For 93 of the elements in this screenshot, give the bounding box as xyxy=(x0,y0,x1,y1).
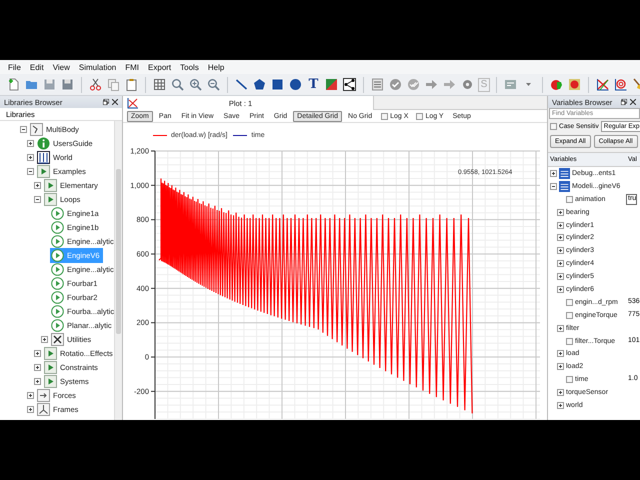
menu-item[interactable]: Simulation xyxy=(78,62,116,72)
package-icon xyxy=(44,192,57,206)
play-icon xyxy=(51,290,64,304)
checkbox[interactable] xyxy=(381,112,388,120)
package-icon xyxy=(44,178,57,192)
plot-setup-icon[interactable] xyxy=(568,78,581,91)
expand-icon[interactable] xyxy=(557,234,564,242)
list-icon[interactable] xyxy=(371,78,384,91)
connector-icon[interactable] xyxy=(343,78,356,91)
expand-icon[interactable] xyxy=(27,154,34,160)
expand-icon[interactable] xyxy=(27,140,34,146)
expand-icon[interactable] xyxy=(557,363,564,370)
expand-icon[interactable] xyxy=(557,389,564,396)
check-icon[interactable] xyxy=(389,78,402,91)
model-icon xyxy=(559,180,570,192)
search-icon[interactable] xyxy=(171,78,184,91)
package-icon xyxy=(44,346,57,360)
folder-icon[interactable] xyxy=(25,78,38,91)
play-icon xyxy=(51,248,64,262)
collapse-icon[interactable] xyxy=(34,196,41,202)
polygon-icon[interactable] xyxy=(253,78,266,91)
undock-icon[interactable] xyxy=(103,99,109,105)
expand-icon[interactable] xyxy=(34,182,41,188)
checkbox[interactable] xyxy=(550,122,557,130)
play-icon xyxy=(51,262,64,276)
clipboard-icon[interactable] xyxy=(125,78,138,91)
axes-icon xyxy=(37,150,50,164)
frame-icon xyxy=(37,402,50,416)
parametric-plot-icon[interactable] xyxy=(614,78,627,91)
expand-icon[interactable] xyxy=(27,406,34,412)
save-all-icon[interactable] xyxy=(61,78,74,91)
close-icon[interactable] xyxy=(630,99,636,105)
checkbox[interactable] xyxy=(566,338,573,345)
play-icon xyxy=(51,276,64,290)
tools-icon xyxy=(51,332,64,346)
library-icon xyxy=(30,122,43,136)
menu-item[interactable]: Help xyxy=(208,62,224,72)
plot-icon xyxy=(127,98,138,108)
expand-icon[interactable] xyxy=(34,378,41,384)
package-icon xyxy=(44,360,57,374)
zoom-in-icon[interactable] xyxy=(189,78,202,91)
collapse-icon[interactable] xyxy=(27,168,34,174)
ellipse-icon[interactable] xyxy=(289,78,302,91)
zoom-out-icon[interactable] xyxy=(207,78,220,91)
text-tool-button[interactable]: T xyxy=(306,77,321,92)
expand-icon[interactable] xyxy=(557,286,564,293)
rectangle-icon[interactable] xyxy=(271,78,284,91)
scrollbar[interactable] xyxy=(114,121,122,420)
menu-item[interactable]: Tools xyxy=(180,62,199,72)
expand-icon[interactable] xyxy=(557,402,564,409)
menu-item[interactable]: File xyxy=(8,62,21,72)
model-icon xyxy=(559,168,570,179)
play-icon xyxy=(51,234,64,248)
menu-item[interactable]: FMI xyxy=(125,62,140,72)
undock-icon[interactable] xyxy=(621,99,627,105)
scissors-icon[interactable] xyxy=(89,78,102,91)
expand-icon[interactable] xyxy=(550,170,557,177)
expand-icon[interactable] xyxy=(557,324,564,332)
expand-icon[interactable] xyxy=(557,222,564,228)
checkbox[interactable] xyxy=(566,298,573,306)
play-icon xyxy=(51,206,64,220)
close-icon[interactable] xyxy=(112,99,118,105)
image-icon[interactable] xyxy=(325,78,338,91)
expand-icon[interactable] xyxy=(557,273,564,280)
double-check-icon[interactable] xyxy=(407,78,420,91)
expand-icon[interactable] xyxy=(34,350,41,356)
plot-icon[interactable] xyxy=(596,78,609,91)
collapse-icon[interactable] xyxy=(20,126,27,132)
menu-item[interactable]: View xyxy=(52,62,70,72)
expand-icon[interactable] xyxy=(557,350,564,358)
expand-icon[interactable] xyxy=(557,260,564,268)
collapse-icon[interactable] xyxy=(550,182,557,190)
menu-item[interactable]: Export xyxy=(148,62,172,72)
line-icon[interactable] xyxy=(235,78,248,91)
info-icon xyxy=(37,136,50,150)
expand-icon[interactable] xyxy=(34,364,41,370)
expand-icon[interactable] xyxy=(557,208,564,216)
expand-icon[interactable] xyxy=(27,392,34,398)
package-icon xyxy=(37,164,50,178)
play-icon xyxy=(51,220,64,234)
expand-icon[interactable] xyxy=(41,336,48,342)
grid-icon[interactable] xyxy=(153,78,166,91)
play-icon xyxy=(51,304,64,318)
checkbox[interactable] xyxy=(416,112,424,120)
package-icon xyxy=(44,374,57,388)
checkbox[interactable] xyxy=(566,196,573,203)
plot-run-icon[interactable] xyxy=(550,78,563,91)
checkbox[interactable] xyxy=(566,312,573,319)
new-file-icon[interactable] xyxy=(7,78,20,91)
play-icon xyxy=(51,318,64,332)
menu-item[interactable]: Edit xyxy=(30,62,44,72)
expand-icon[interactable] xyxy=(557,247,564,254)
checkbox[interactable] xyxy=(566,376,573,384)
